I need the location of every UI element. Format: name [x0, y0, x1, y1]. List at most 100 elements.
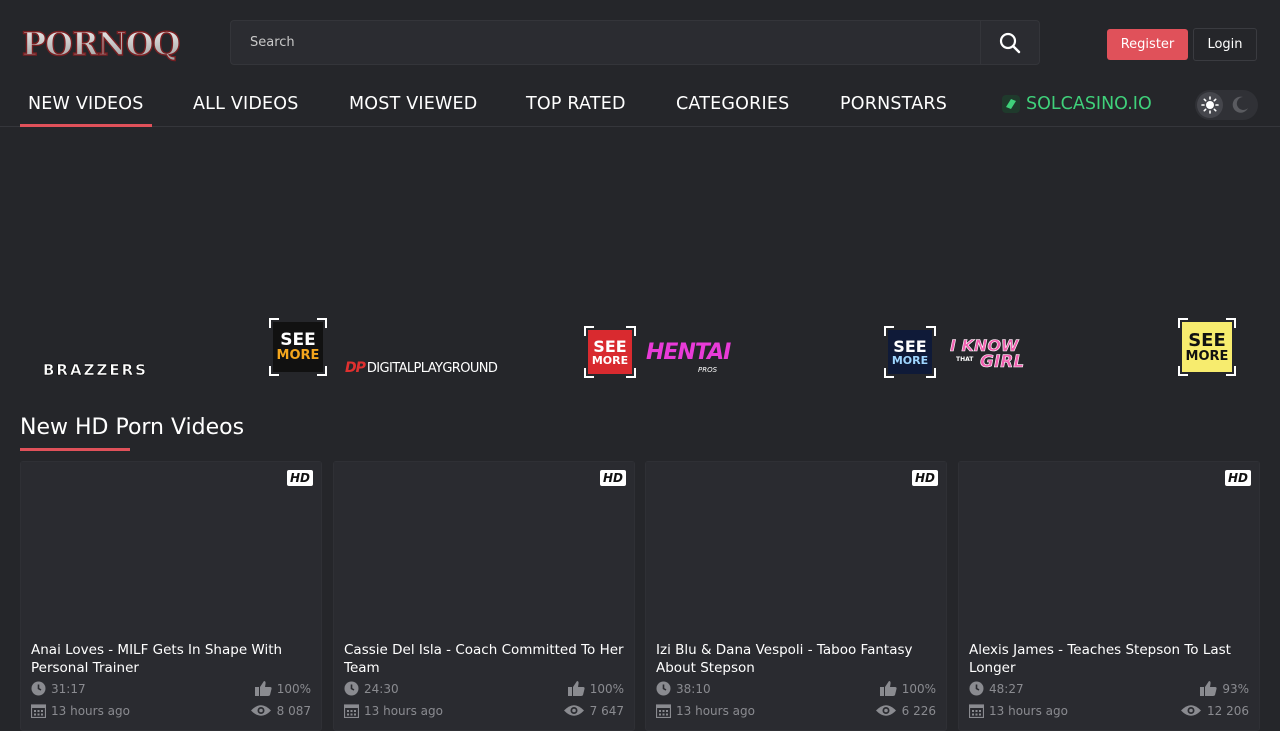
video-rating: 93%: [1200, 681, 1249, 696]
nav-casino-link[interactable]: SOLCASINO.IO: [1002, 94, 1152, 114]
views-text: 7 647: [589, 703, 624, 718]
casino-logo-icon: [1002, 95, 1020, 113]
video-thumbnail[interactable]: [334, 462, 634, 637]
video-views: 12 206: [1180, 703, 1249, 718]
site-logo[interactable]: PORNOQ: [20, 24, 200, 63]
video-title[interactable]: Cassie Del Isla - Coach Committed To Her…: [344, 641, 624, 677]
video-views: 6 226: [875, 703, 936, 718]
see-more-button[interactable]: SEE MORE: [884, 326, 936, 378]
rating-text: 100%: [589, 681, 624, 696]
thumbs-up-icon: [1200, 681, 1217, 696]
hd-badge: HD: [286, 470, 313, 486]
search-input[interactable]: [231, 21, 981, 64]
video-card[interactable]: HD Alexis James - Teaches Stepson To Las…: [958, 461, 1260, 731]
views-text: 8 087: [276, 703, 311, 718]
eye-icon: [250, 705, 271, 716]
login-button[interactable]: Login: [1193, 28, 1257, 61]
duration-text: 38:10: [676, 681, 711, 696]
search-icon: [999, 32, 1021, 53]
video-views: 8 087: [250, 703, 311, 718]
hd-badge: HD: [911, 470, 938, 486]
nav-pornstars[interactable]: PORNSTARS: [840, 94, 947, 114]
section-title: New HD Porn Videos: [20, 415, 245, 440]
see-more-button[interactable]: SEE MORE: [1178, 318, 1236, 376]
nav-top-rated[interactable]: TOP RATED: [526, 94, 626, 114]
clock-icon: [969, 681, 984, 696]
eye-icon: [875, 705, 896, 716]
video-rating: 100%: [567, 681, 624, 696]
thumbs-up-icon: [254, 681, 272, 696]
sponsor-digitalplayground[interactable]: DP DIGITALPLAYGROUND: [345, 360, 498, 376]
nav-new-videos[interactable]: NEW VIDEOS: [20, 94, 152, 127]
date-text: 13 hours ago: [676, 703, 755, 718]
video-rating: 100%: [254, 681, 311, 696]
see-more-label: SEE: [593, 336, 627, 356]
views-text: 12 206: [1207, 703, 1249, 718]
eye-icon: [563, 705, 584, 716]
search-button[interactable]: [980, 21, 1039, 64]
rating-text: 93%: [1222, 681, 1249, 696]
see-more-label: MORE: [1185, 348, 1229, 364]
see-more-label: MORE: [891, 353, 929, 367]
brazzers-logo: BRAZZERS: [43, 361, 148, 380]
register-button[interactable]: Register: [1107, 29, 1188, 60]
hentai-pros-sub: PROS: [698, 366, 718, 374]
sponsor-brazzers[interactable]: BRAZZERS: [43, 360, 148, 380]
see-more-label: MORE: [591, 353, 629, 367]
rating-text: 100%: [276, 681, 311, 696]
theme-toggle[interactable]: [1195, 90, 1258, 120]
thumbs-up-icon: [567, 681, 585, 696]
video-card[interactable]: HD Anai Loves - MILF Gets In Shape With …: [20, 461, 322, 731]
video-thumbnail[interactable]: [646, 462, 946, 637]
duration-text: 31:17: [51, 681, 86, 696]
logo-wordmark: PORNOQ: [21, 24, 181, 63]
see-more-label: SEE: [1188, 329, 1226, 351]
calendar-icon: [656, 704, 671, 718]
sponsor-hentai-pros[interactable]: HENTAI PROS: [646, 340, 732, 380]
header: PORNOQ Register Login: [0, 0, 1280, 84]
sponsor-iknowthatgirl[interactable]: I KNOW THAT GIRL: [950, 336, 1030, 376]
duration-text: 48:27: [989, 681, 1024, 696]
nav-most-viewed[interactable]: MOST VIEWED: [349, 94, 477, 114]
video-card[interactable]: HD Izi Blu & Dana Vespoli - Taboo Fantas…: [645, 461, 947, 731]
rating-text: 100%: [901, 681, 936, 696]
svg-text:PORNOQ: PORNOQ: [22, 25, 180, 62]
calendar-icon: [969, 704, 984, 718]
video-rating: 100%: [879, 681, 936, 696]
calendar-icon: [344, 704, 359, 718]
date-text: 13 hours ago: [51, 703, 130, 718]
thumbs-up-icon: [879, 681, 897, 696]
see-more-button[interactable]: SEE MORE: [269, 318, 327, 376]
video-title[interactable]: Anai Loves - MILF Gets In Shape With Per…: [31, 641, 311, 677]
video-date: 13 hours ago: [31, 703, 130, 718]
hd-badge: HD: [1224, 470, 1251, 486]
iknowthatgirl-logo-line2: GIRL: [980, 352, 1025, 373]
date-text: 13 hours ago: [989, 703, 1068, 718]
see-more-label: MORE: [276, 348, 320, 363]
main-nav: NEW VIDEOS ALL VIDEOS MOST VIEWED TOP RA…: [0, 84, 1280, 127]
hd-badge: HD: [599, 470, 626, 486]
video-duration: 31:17: [31, 681, 86, 696]
video-thumbnail[interactable]: [959, 462, 1259, 637]
views-text: 6 226: [901, 703, 936, 718]
video-duration: 24:30: [344, 681, 399, 696]
video-thumbnail[interactable]: [21, 462, 321, 637]
clock-icon: [344, 681, 359, 696]
moon-icon[interactable]: [1229, 94, 1251, 116]
search-bar: [230, 20, 1040, 65]
video-date: 13 hours ago: [344, 703, 443, 718]
section-underline: [20, 448, 130, 451]
video-card[interactable]: HD Cassie Del Isla - Coach Committed To …: [333, 461, 635, 731]
nav-all-videos[interactable]: ALL VIDEOS: [193, 94, 299, 114]
video-date: 13 hours ago: [656, 703, 755, 718]
duration-text: 24:30: [364, 681, 399, 696]
nav-categories[interactable]: CATEGORIES: [676, 94, 789, 114]
video-duration: 38:10: [656, 681, 711, 696]
sun-icon[interactable]: [1197, 92, 1223, 118]
video-title[interactable]: Izi Blu & Dana Vespoli - Taboo Fantasy A…: [656, 641, 936, 677]
video-title[interactable]: Alexis James - Teaches Stepson To Last L…: [969, 641, 1249, 677]
see-more-label: SEE: [893, 336, 927, 356]
see-more-button[interactable]: SEE MORE: [584, 326, 636, 378]
clock-icon: [656, 681, 671, 696]
video-duration: 48:27: [969, 681, 1024, 696]
